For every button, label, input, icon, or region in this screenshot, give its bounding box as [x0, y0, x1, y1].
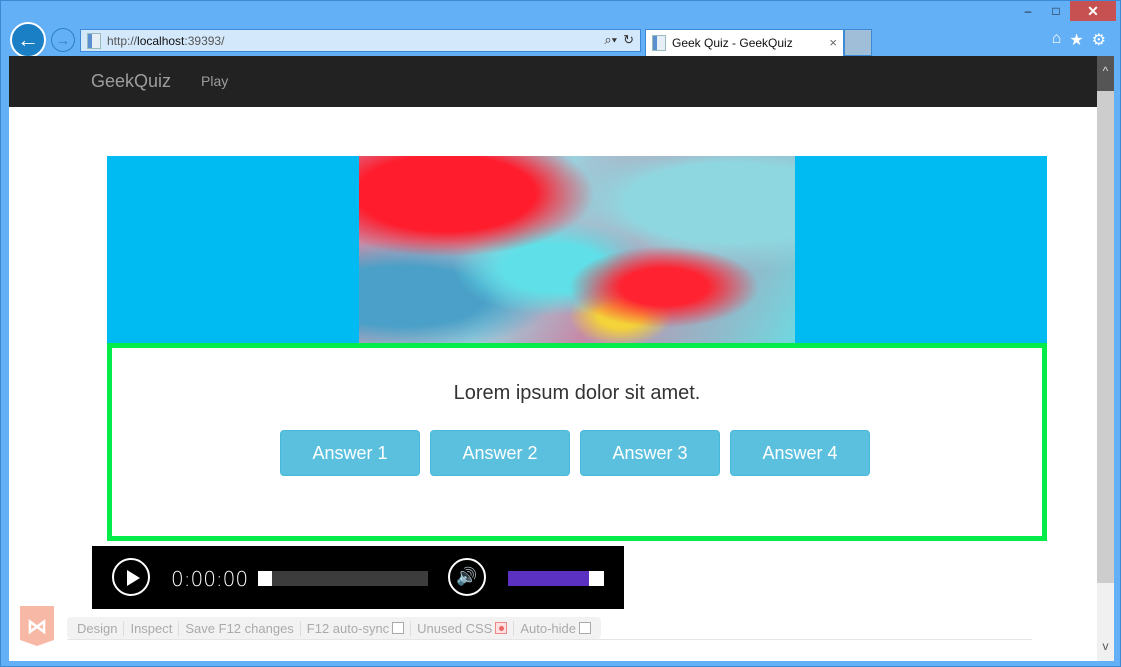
scroll-down-arrow-icon[interactable]: v: [1097, 631, 1114, 661]
favorites-star-icon[interactable]: ★: [1069, 30, 1083, 50]
vs-logo-glyph: ⋈: [27, 615, 47, 638]
page-icon: [87, 32, 101, 49]
media-player: 0:00:00 🔊: [92, 546, 624, 609]
f12-auto-sync-checkbox[interactable]: [392, 622, 405, 634]
maximize-button[interactable]: □: [1042, 1, 1070, 21]
unused-css-label: Unused CSS: [417, 620, 493, 636]
f12-auto-sync-label: F12 auto-sync: [306, 620, 390, 636]
time-display: 0:00:00: [171, 567, 249, 591]
unused-css-indicator-icon[interactable]: [495, 622, 508, 634]
tab-title: Geek Quiz - GeekQuiz: [672, 36, 793, 50]
scroll-thumb[interactable]: [1097, 91, 1114, 583]
inspect-button[interactable]: Inspect: [124, 620, 180, 636]
volume-button[interactable]: 🔊: [448, 558, 486, 596]
tab-geek-quiz[interactable]: Geek Quiz - GeekQuiz ×: [645, 29, 844, 56]
volume-slider[interactable]: [508, 571, 604, 586]
play-button[interactable]: [112, 558, 150, 596]
site-navbar: GeekQuiz Play: [9, 56, 1097, 107]
url-suffix: :39393/: [184, 33, 225, 48]
hero-banner: [107, 156, 1047, 343]
answer-button-3[interactable]: Answer 3: [580, 430, 720, 476]
refresh-icon[interactable]: ↻: [623, 32, 634, 48]
address-bar[interactable]: http://localhost:39393/ ⌕▾ ↻: [80, 29, 641, 52]
unused-css-toggle[interactable]: Unused CSS: [411, 620, 515, 636]
inspect-label: Inspect: [130, 620, 173, 636]
nav-link-play[interactable]: Play: [201, 73, 228, 89]
auto-hide-label: Auto-hide: [520, 620, 576, 636]
speaker-icon: 🔊: [456, 567, 478, 586]
design-button[interactable]: Design: [71, 620, 125, 636]
new-tab-button[interactable]: [844, 29, 872, 56]
auto-hide-checkbox[interactable]: [578, 622, 591, 634]
forward-button[interactable]: →: [51, 28, 75, 52]
search-dropdown-icon[interactable]: ⌕▾: [604, 32, 617, 48]
url-text[interactable]: http://localhost:39393/: [107, 34, 224, 48]
save-f12-changes-button[interactable]: Save F12 changes: [179, 620, 301, 636]
scroll-up-arrow-icon[interactable]: ^: [1097, 56, 1114, 91]
browser-link-toolbar: Design Inspect Save F12 changes F12 auto…: [67, 617, 601, 639]
vertical-scrollbar[interactable]: ^ v: [1097, 56, 1114, 661]
tab-page-icon: [652, 35, 666, 51]
address-tools: ⌕▾ ↻: [604, 32, 634, 48]
f12-auto-sync-toggle[interactable]: F12 auto-sync: [301, 620, 412, 636]
seek-slider[interactable]: [258, 571, 428, 586]
browser-tools: ⌂ ★ ⚙: [1052, 30, 1106, 50]
auto-hide-toggle[interactable]: Auto-hide: [514, 621, 597, 636]
answer-button-2[interactable]: Answer 2: [430, 430, 570, 476]
page-viewport: GeekQuiz Play Lorem ipsum dolor sit amet…: [9, 56, 1097, 661]
browser-window: – □ ✕ ← → http://localhost:39393/ ⌕▾ ↻ G…: [0, 0, 1121, 667]
volume-fill: [508, 571, 589, 586]
abstract-paint-image: [359, 156, 795, 343]
back-arrow-icon: ←: [17, 27, 39, 52]
close-window-button[interactable]: ✕: [1070, 1, 1116, 21]
design-label: Design: [77, 620, 118, 636]
back-button[interactable]: ←: [10, 22, 46, 58]
answer-button-4[interactable]: Answer 4: [730, 430, 870, 476]
url-prefix: http://: [107, 33, 138, 48]
home-icon[interactable]: ⌂: [1052, 30, 1062, 50]
seek-thumb[interactable]: [258, 571, 272, 586]
answer-list: Answer 1 Answer 2 Answer 3 Answer 4: [280, 430, 870, 476]
brand-link[interactable]: GeekQuiz: [91, 71, 171, 92]
url-host: localhost: [137, 33, 185, 48]
answer-button-1[interactable]: Answer 1: [280, 430, 420, 476]
save-f12-label: Save F12 changes: [185, 620, 294, 636]
window-controls: – □ ✕: [1014, 1, 1116, 21]
visual-studio-logo-icon[interactable]: ⋈: [20, 606, 54, 646]
tab-close-icon[interactable]: ×: [829, 35, 837, 50]
question-text: Lorem ipsum dolor sit amet.: [453, 382, 701, 404]
settings-gear-icon[interactable]: ⚙: [1092, 30, 1106, 50]
divider: [67, 639, 1032, 640]
forward-arrow-icon: →: [56, 32, 70, 48]
quiz-card: Lorem ipsum dolor sit amet. Answer 1 Ans…: [107, 343, 1047, 541]
minimize-button[interactable]: –: [1014, 1, 1042, 21]
